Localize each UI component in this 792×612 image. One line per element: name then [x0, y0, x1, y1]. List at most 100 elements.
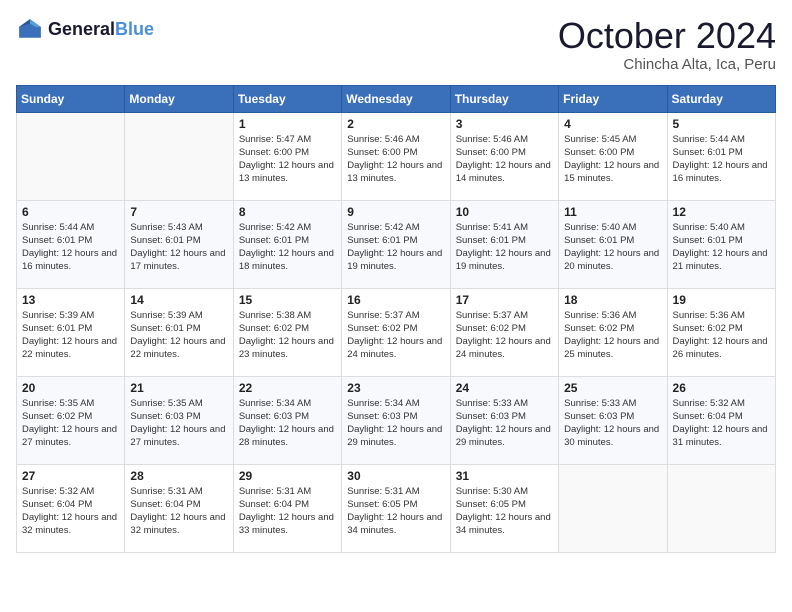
calendar-cell: 15 Sunrise: 5:38 AMSunset: 6:02 PMDayligh… — [233, 288, 341, 376]
calendar-cell: 27 Sunrise: 5:32 AMSunset: 6:04 PMDayligh… — [17, 464, 125, 552]
day-number: 28 — [130, 469, 227, 483]
calendar-cell: 19 Sunrise: 5:36 AMSunset: 6:02 PMDayligh… — [667, 288, 775, 376]
day-number: 12 — [673, 205, 770, 219]
calendar-cell: 30 Sunrise: 5:31 AMSunset: 6:05 PMDayligh… — [342, 464, 450, 552]
calendar-cell: 12 Sunrise: 5:40 AMSunset: 6:01 PMDayligh… — [667, 200, 775, 288]
calendar-cell: 2Sunrise: 5:46 AMSunset: 6:00 PMDaylight… — [342, 112, 450, 200]
day-number: 7 — [130, 205, 227, 219]
calendar-cell: 9 Sunrise: 5:42 AMSunset: 6:01 PMDaylight… — [342, 200, 450, 288]
day-number: 16 — [347, 293, 444, 307]
day-number: 19 — [673, 293, 770, 307]
day-info: Sunrise: 5:37 AMSunset: 6:02 PMDaylight:… — [347, 309, 444, 362]
day-number: 20 — [22, 381, 119, 395]
day-number: 11 — [564, 205, 661, 219]
calendar-cell: 22 Sunrise: 5:34 AMSunset: 6:03 PMDayligh… — [233, 376, 341, 464]
day-info: Sunrise: 5:46 AMSunset: 6:00 PMDaylight:… — [456, 133, 553, 186]
calendar-cell — [17, 112, 125, 200]
day-info: Sunrise: 5:39 AMSunset: 6:01 PMDaylight:… — [22, 309, 119, 362]
day-number: 30 — [347, 469, 444, 483]
day-number: 3 — [456, 117, 553, 131]
calendar-cell — [667, 464, 775, 552]
calendar-cell: 13 Sunrise: 5:39 AMSunset: 6:01 PMDayligh… — [17, 288, 125, 376]
day-number: 5 — [673, 117, 770, 131]
week-row-1: 1 Sunrise: 5:47 AMSunset: 6:00 PMDaylight… — [17, 112, 776, 200]
calendar-cell — [559, 464, 667, 552]
day-info: Sunrise: 5:34 AMSunset: 6:03 PMDaylight:… — [239, 397, 336, 450]
calendar-cell: 25Sunrise: 5:33 AMSunset: 6:03 PMDayligh… — [559, 376, 667, 464]
day-number: 29 — [239, 469, 336, 483]
day-info: Sunrise: 5:43 AMSunset: 6:01 PMDaylight:… — [130, 221, 227, 274]
calendar-cell: 21 Sunrise: 5:35 AMSunset: 6:03 PMDayligh… — [125, 376, 233, 464]
weekday-header-monday: Monday — [125, 85, 233, 112]
day-info: Sunrise: 5:35 AMSunset: 6:03 PMDaylight:… — [130, 397, 227, 450]
day-info: Sunrise: 5:37 AMSunset: 6:02 PMDaylight:… — [456, 309, 553, 362]
title-block: October 2024 Chincha Alta, Ica, Peru — [558, 16, 776, 73]
day-info: Sunrise: 5:44 AMSunset: 6:01 PMDaylight:… — [673, 133, 770, 186]
day-info: Sunrise: 5:31 AMSunset: 6:04 PMDaylight:… — [239, 485, 336, 538]
day-info: Sunrise: 5:40 AMSunset: 6:01 PMDaylight:… — [673, 221, 770, 274]
weekday-header-friday: Friday — [559, 85, 667, 112]
day-number: 1 — [239, 117, 336, 131]
week-row-4: 20 Sunrise: 5:35 AMSunset: 6:02 PMDayligh… — [17, 376, 776, 464]
logo-text: GeneralBlue — [48, 20, 154, 40]
calendar-cell: 23 Sunrise: 5:34 AMSunset: 6:03 PMDayligh… — [342, 376, 450, 464]
logo-icon — [16, 16, 44, 44]
calendar-cell: 28 Sunrise: 5:31 AMSunset: 6:04 PMDayligh… — [125, 464, 233, 552]
day-info: Sunrise: 5:34 AMSunset: 6:03 PMDaylight:… — [347, 397, 444, 450]
day-info: Sunrise: 5:36 AMSunset: 6:02 PMDaylight:… — [673, 309, 770, 362]
day-info: Sunrise: 5:31 AMSunset: 6:04 PMDaylight:… — [130, 485, 227, 538]
day-info: Sunrise: 5:36 AMSunset: 6:02 PMDaylight:… — [564, 309, 661, 362]
day-number: 13 — [22, 293, 119, 307]
day-info: Sunrise: 5:45 AMSunset: 6:00 PMDaylight:… — [564, 133, 661, 186]
calendar-cell: 7 Sunrise: 5:43 AMSunset: 6:01 PMDaylight… — [125, 200, 233, 288]
day-info: Sunrise: 5:41 AMSunset: 6:01 PMDaylight:… — [456, 221, 553, 274]
calendar-table: SundayMondayTuesdayWednesdayThursdayFrid… — [16, 85, 776, 553]
day-number: 27 — [22, 469, 119, 483]
day-number: 21 — [130, 381, 227, 395]
day-info: Sunrise: 5:42 AMSunset: 6:01 PMDaylight:… — [347, 221, 444, 274]
day-info: Sunrise: 5:32 AMSunset: 6:04 PMDaylight:… — [673, 397, 770, 450]
day-info: Sunrise: 5:38 AMSunset: 6:02 PMDaylight:… — [239, 309, 336, 362]
day-info: Sunrise: 5:47 AMSunset: 6:00 PMDaylight:… — [239, 133, 336, 186]
day-info: Sunrise: 5:33 AMSunset: 6:03 PMDaylight:… — [456, 397, 553, 450]
week-row-5: 27 Sunrise: 5:32 AMSunset: 6:04 PMDayligh… — [17, 464, 776, 552]
calendar-cell: 8 Sunrise: 5:42 AMSunset: 6:01 PMDaylight… — [233, 200, 341, 288]
day-number: 8 — [239, 205, 336, 219]
calendar-cell: 10Sunrise: 5:41 AMSunset: 6:01 PMDayligh… — [450, 200, 558, 288]
calendar-cell: 18 Sunrise: 5:36 AMSunset: 6:02 PMDayligh… — [559, 288, 667, 376]
day-info: Sunrise: 5:32 AMSunset: 6:04 PMDaylight:… — [22, 485, 119, 538]
day-info: Sunrise: 5:39 AMSunset: 6:01 PMDaylight:… — [130, 309, 227, 362]
logo: GeneralBlue — [16, 16, 154, 44]
calendar-cell: 6Sunrise: 5:44 AMSunset: 6:01 PMDaylight… — [17, 200, 125, 288]
calendar-cell: 4Sunrise: 5:45 AMSunset: 6:00 PMDaylight… — [559, 112, 667, 200]
day-number: 14 — [130, 293, 227, 307]
day-number: 18 — [564, 293, 661, 307]
day-number: 17 — [456, 293, 553, 307]
calendar-cell: 14 Sunrise: 5:39 AMSunset: 6:01 PMDayligh… — [125, 288, 233, 376]
calendar-cell: 24 Sunrise: 5:33 AMSunset: 6:03 PMDayligh… — [450, 376, 558, 464]
calendar-cell: 3 Sunrise: 5:46 AMSunset: 6:00 PMDaylight… — [450, 112, 558, 200]
day-number: 23 — [347, 381, 444, 395]
weekday-header-tuesday: Tuesday — [233, 85, 341, 112]
weekday-header-wednesday: Wednesday — [342, 85, 450, 112]
calendar-cell: 26Sunrise: 5:32 AMSunset: 6:04 PMDayligh… — [667, 376, 775, 464]
day-number: 31 — [456, 469, 553, 483]
weekday-header-sunday: Sunday — [17, 85, 125, 112]
weekday-header-row: SundayMondayTuesdayWednesdayThursdayFrid… — [17, 85, 776, 112]
day-number: 15 — [239, 293, 336, 307]
calendar-cell: 5 Sunrise: 5:44 AMSunset: 6:01 PMDaylight… — [667, 112, 775, 200]
page-header: GeneralBlue October 2024 Chincha Alta, I… — [16, 16, 776, 73]
day-info: Sunrise: 5:46 AMSunset: 6:00 PMDaylight:… — [347, 133, 444, 186]
day-number: 9 — [347, 205, 444, 219]
day-number: 24 — [456, 381, 553, 395]
weekday-header-thursday: Thursday — [450, 85, 558, 112]
day-number: 22 — [239, 381, 336, 395]
day-info: Sunrise: 5:31 AMSunset: 6:05 PMDaylight:… — [347, 485, 444, 538]
day-info: Sunrise: 5:35 AMSunset: 6:02 PMDaylight:… — [22, 397, 119, 450]
calendar-cell: 11Sunrise: 5:40 AMSunset: 6:01 PMDayligh… — [559, 200, 667, 288]
day-info: Sunrise: 5:30 AMSunset: 6:05 PMDaylight:… — [456, 485, 553, 538]
calendar-cell: 17 Sunrise: 5:37 AMSunset: 6:02 PMDayligh… — [450, 288, 558, 376]
calendar-cell: 16 Sunrise: 5:37 AMSunset: 6:02 PMDayligh… — [342, 288, 450, 376]
day-info: Sunrise: 5:42 AMSunset: 6:01 PMDaylight:… — [239, 221, 336, 274]
calendar-cell: 1 Sunrise: 5:47 AMSunset: 6:00 PMDaylight… — [233, 112, 341, 200]
